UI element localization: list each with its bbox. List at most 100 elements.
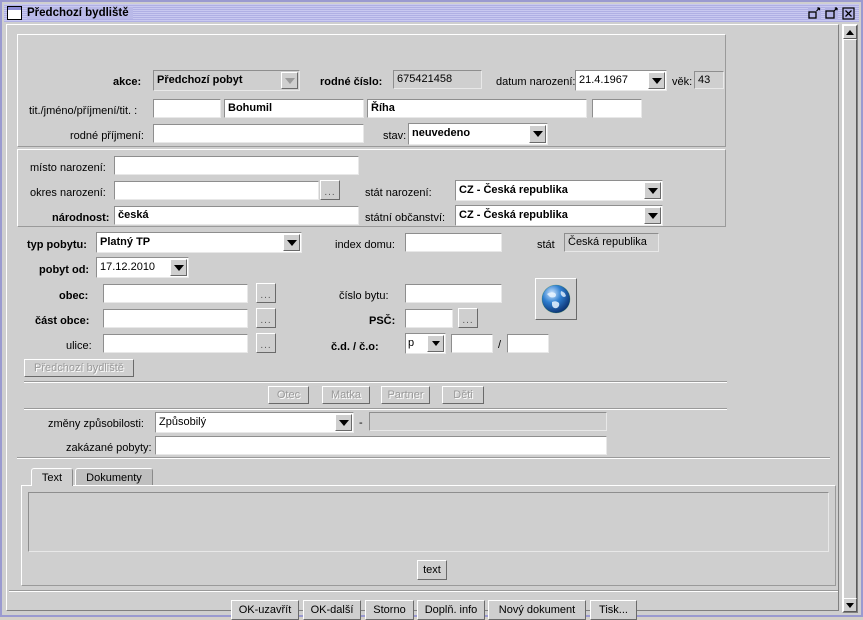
close-icon[interactable]: [842, 6, 855, 20]
title-bar: Předchozí bydliště: [4, 4, 859, 22]
pobyt-od-label: pobyt od:: [39, 264, 90, 276]
ok-uzavrit-button[interactable]: OK-uzavřít: [231, 600, 299, 620]
typ-pobytu-value: Platný TP: [100, 236, 151, 248]
pobyt-od-arrow[interactable]: [170, 259, 187, 276]
stav-combo[interactable]: neuvedeno: [408, 123, 548, 145]
tab-text[interactable]: Text: [31, 468, 73, 486]
application-window: Předchozí bydliště akce: Předchozí pobyt…: [0, 0, 863, 620]
text-button[interactable]: text: [417, 560, 447, 580]
datum-narozeni-combo[interactable]: 21.4.1967: [575, 70, 667, 91]
globe-icon-svg: [541, 284, 571, 314]
form-bottom-separator: [17, 457, 830, 459]
pobyt-od-combo[interactable]: 17.12.2010: [96, 257, 189, 278]
predchozi-bydliste-button[interactable]: Předchozí bydliště: [24, 359, 134, 377]
scroll-up-arrow-icon[interactable]: [843, 25, 857, 39]
dopln-info-button[interactable]: Doplň. info: [417, 600, 485, 620]
stat-narozeni-combo[interactable]: CZ - Česká republika: [455, 180, 663, 201]
statni-obcanstvi-combo[interactable]: CZ - Česká republika: [455, 205, 663, 226]
okres-narozeni-browse-button[interactable]: ...: [320, 180, 340, 200]
cd-co-type-arrow[interactable]: [427, 335, 444, 352]
rodne-cislo-field[interactable]: 675421458: [393, 70, 482, 89]
ulice-browse-button[interactable]: ...: [256, 333, 276, 353]
misto-narozeni-field[interactable]: [114, 156, 359, 175]
ulice-label: ulice:: [66, 340, 92, 352]
psc-label: PSČ:: [369, 315, 396, 327]
zmeny-zpusobilosti-dash: -: [359, 417, 363, 429]
narodnost-field[interactable]: česká: [114, 206, 359, 225]
form-content-area: akce: Předchozí pobyt rodné číslo: 67542…: [6, 24, 839, 620]
psc-field[interactable]: [405, 309, 453, 328]
zmeny-zpusobilosti-arrow[interactable]: [335, 414, 352, 431]
cd-co-type-combo[interactable]: p: [405, 333, 446, 354]
stat-narozeni-arrow[interactable]: [644, 182, 661, 199]
okres-narozeni-field[interactable]: [114, 181, 319, 200]
novy-dokument-button[interactable]: Nový dokument: [488, 600, 586, 620]
psc-browse-button[interactable]: ...: [458, 308, 478, 328]
cislo-bytu-field[interactable]: [405, 284, 502, 303]
akce-combo[interactable]: Předchozí pobyt: [153, 70, 300, 91]
maximize-icon[interactable]: [825, 6, 838, 20]
cast-obce-browse-button[interactable]: ...: [256, 308, 276, 328]
titul-pred-field[interactable]: [153, 99, 221, 118]
cd-co-type-value: p: [408, 337, 415, 349]
deti-button[interactable]: Děti: [442, 386, 484, 404]
tab-panel: text: [21, 485, 836, 586]
storno-button[interactable]: Storno: [365, 600, 414, 620]
cast-obce-field[interactable]: [103, 309, 248, 328]
down-triangle: [846, 602, 854, 608]
typ-pobytu-combo[interactable]: Platný TP: [96, 232, 302, 253]
index-domu-field[interactable]: [405, 233, 502, 252]
vek-label: věk:: [672, 76, 693, 88]
zakazane-pobyty-field[interactable]: [155, 436, 607, 455]
tab-dokumenty[interactable]: Dokumenty: [75, 468, 153, 486]
cislo-domu-field[interactable]: [451, 334, 493, 353]
relations-separator-bottom: [24, 408, 727, 410]
narodnost-label: národnost:: [52, 212, 110, 224]
stat-narozeni-label: stát narození:: [365, 187, 432, 199]
window-icon: [7, 6, 22, 20]
scroll-down-arrow-icon[interactable]: [843, 598, 857, 612]
ulice-field[interactable]: [103, 334, 248, 353]
stat-narozeni-value: CZ - Česká republika: [459, 184, 568, 196]
typ-pobytu-label: typ pobytu:: [27, 239, 87, 251]
datum-narozeni-value: 21.4.1967: [579, 74, 628, 86]
statni-obcanstvi-arrow[interactable]: [644, 207, 661, 224]
restore-down-icon[interactable]: [808, 6, 821, 20]
jmeno-field[interactable]: Bohumil: [224, 99, 364, 118]
otec-button[interactable]: Otec: [268, 386, 309, 404]
footer-separator: [9, 590, 838, 592]
index-domu-label: index domu:: [335, 239, 395, 251]
typ-pobytu-arrow[interactable]: [283, 234, 300, 251]
obec-browse-button[interactable]: ...: [256, 283, 276, 303]
globe-icon[interactable]: [535, 278, 577, 320]
statni-obcanstvi-label: státní občanství:: [365, 212, 446, 224]
vertical-scrollbar[interactable]: [842, 24, 858, 613]
ok-dalsi-button[interactable]: OK-další: [303, 600, 361, 620]
titul-za-field[interactable]: [592, 99, 642, 118]
cislo-orientacni-field[interactable]: [507, 334, 549, 353]
window-title: Předchozí bydliště: [27, 7, 133, 19]
partner-button[interactable]: Partner: [381, 386, 430, 404]
cd-co-separator: /: [498, 339, 502, 351]
akce-combo-value: Předchozí pobyt: [157, 74, 243, 86]
matka-button[interactable]: Matka: [322, 386, 370, 404]
text-area[interactable]: [28, 492, 829, 552]
stav-combo-arrow[interactable]: [529, 125, 546, 143]
tab-text-label: Text: [41, 471, 63, 484]
cislo-bytu-label: číslo bytu:: [339, 290, 389, 302]
obec-field[interactable]: [103, 284, 248, 303]
stat-field: Česká republika: [564, 233, 659, 252]
misto-narozeni-label: místo narození:: [30, 162, 106, 174]
tab-strip: Text Dokumenty: [21, 468, 836, 486]
akce-combo-arrow[interactable]: [281, 72, 298, 89]
datum-narozeni-arrow[interactable]: [648, 72, 665, 89]
stat-label: stát: [537, 239, 555, 251]
scrollbar-thumb[interactable]: [843, 39, 857, 599]
tisk-button[interactable]: Tisk...: [590, 600, 637, 620]
prijmeni-field[interactable]: Říha: [367, 99, 587, 118]
tab-dokumenty-label: Dokumenty: [86, 471, 142, 484]
jmeno-row-label: tit./jméno/příjmení/tit. :: [29, 105, 138, 117]
akce-label: akce:: [113, 76, 142, 88]
rodne-prijmeni-field[interactable]: [153, 124, 364, 143]
zmeny-zpusobilosti-combo[interactable]: Způsobilý: [155, 412, 354, 433]
